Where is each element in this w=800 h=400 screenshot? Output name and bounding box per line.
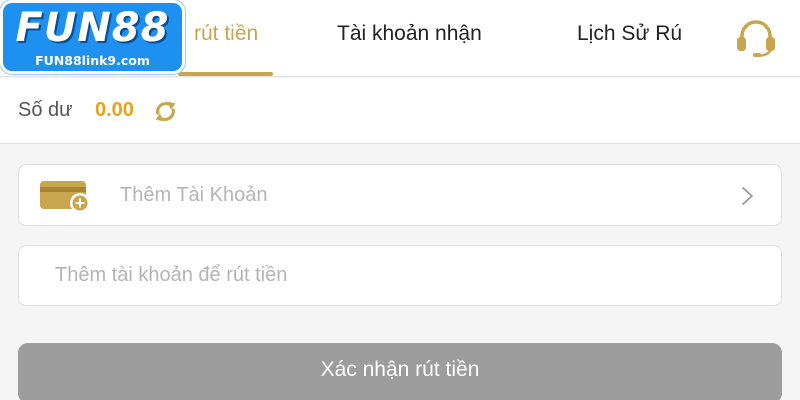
refresh-icon[interactable] bbox=[153, 99, 178, 124]
balance-value: 0.00 bbox=[95, 99, 134, 121]
account-input-card bbox=[18, 245, 782, 306]
logo-domain: FUN88link9.com bbox=[35, 53, 150, 68]
chevron-right-icon bbox=[742, 187, 753, 205]
tab-receiving-accounts[interactable]: Tài khoản nhận bbox=[337, 22, 482, 46]
balance-label: Số dư bbox=[18, 99, 73, 121]
balance-row: Số dư 0.00 bbox=[0, 78, 800, 144]
wallet-plus-icon bbox=[40, 181, 90, 213]
confirm-withdraw-button[interactable]: Xác nhận rút tiền bbox=[18, 343, 782, 400]
withdraw-account-input[interactable] bbox=[20, 247, 780, 304]
add-account-label: Thêm Tài Khoản bbox=[120, 184, 268, 206]
headset-icon[interactable] bbox=[731, 17, 781, 57]
tab-withdraw-history[interactable]: Lịch Sử Rú bbox=[577, 22, 682, 46]
active-tab-indicator bbox=[178, 72, 273, 76]
add-account-row[interactable]: Thêm Tài Khoản bbox=[18, 164, 782, 226]
fun88-logo: FUN88 FUN88link9.com bbox=[0, 0, 185, 74]
tab-withdraw[interactable]: rút tiền bbox=[194, 22, 258, 46]
logo-wordmark: FUN88 bbox=[15, 5, 170, 51]
